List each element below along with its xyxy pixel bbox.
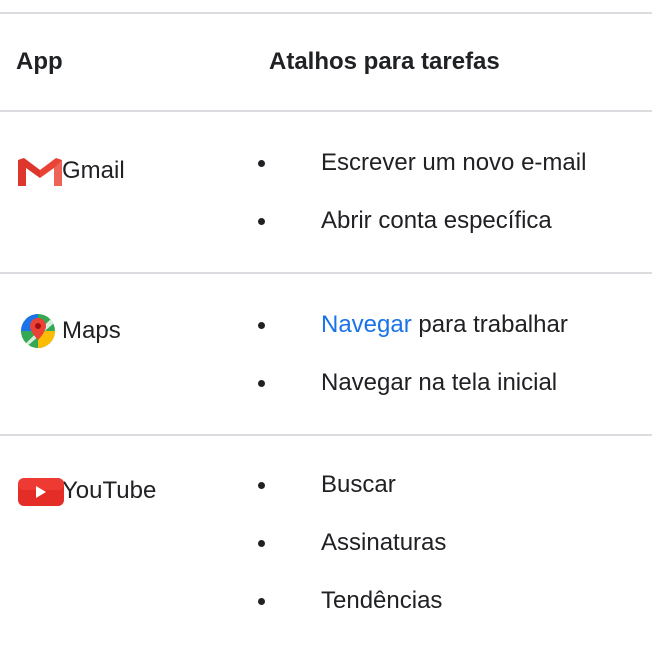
shortcuts-table: App Atalhos para tarefas Gmail Escrever …	[0, 0, 652, 646]
table-row-youtube: YouTube Buscar Assinaturas Tendências	[0, 436, 652, 646]
task-text: Navegar na tela inicial	[321, 369, 558, 396]
header-tasks: Atalhos para tarefas	[269, 48, 500, 75]
task-text: Buscar	[321, 471, 396, 498]
table-row-maps: Maps Navegar para trabalhar Navegar na t…	[0, 274, 652, 434]
table-row-gmail: Gmail Escrever um novo e-mail Abrir cont…	[0, 112, 652, 272]
header-app: App	[16, 48, 63, 75]
app-name-youtube: YouTube	[62, 477, 157, 504]
task-text: Assinaturas	[321, 529, 447, 556]
bullet-icon	[258, 160, 265, 167]
bullet-icon	[258, 322, 265, 329]
app-cell-maps: Maps	[16, 314, 121, 348]
task-text: Escrever um novo e-mail	[321, 149, 587, 176]
app-name-maps: Maps	[62, 317, 121, 344]
navigate-link[interactable]: Navegar	[321, 311, 412, 338]
task-text-rest: para trabalhar	[411, 311, 568, 338]
task-text: Abrir conta específica	[321, 207, 552, 234]
bullet-icon	[258, 482, 265, 489]
gmail-icon	[16, 154, 64, 188]
app-cell-youtube: YouTube	[16, 474, 156, 508]
bullet-icon	[258, 218, 265, 225]
youtube-icon	[16, 474, 64, 508]
task-text: Navegar para trabalhar	[321, 310, 568, 340]
bullet-icon	[258, 598, 265, 605]
bullet-icon	[258, 380, 265, 387]
app-name-gmail: Gmail	[62, 157, 125, 184]
bullet-icon	[258, 540, 265, 547]
maps-icon	[16, 314, 64, 348]
app-cell-gmail: Gmail	[16, 154, 125, 188]
task-text: Tendências	[321, 587, 443, 614]
table-header-row: App Atalhos para tarefas	[0, 14, 652, 110]
